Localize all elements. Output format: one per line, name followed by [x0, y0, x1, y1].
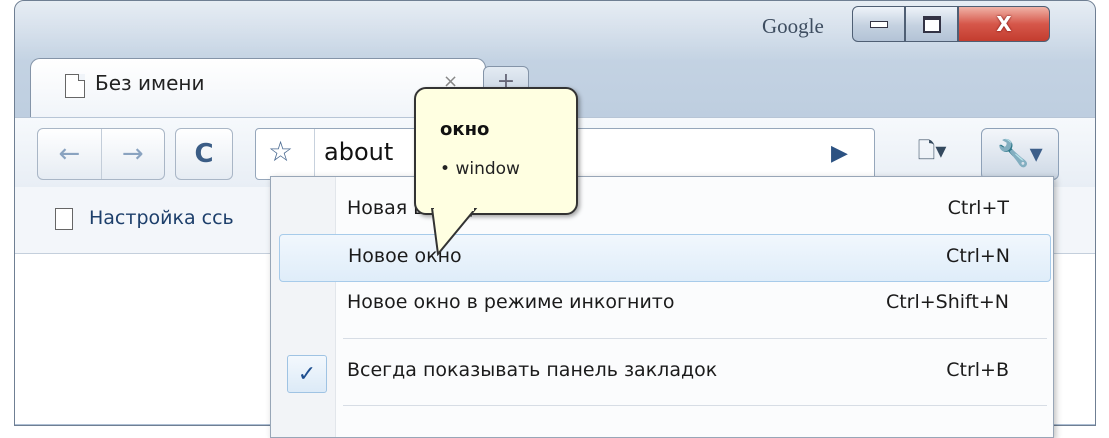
checkmark-icon: ✓ — [287, 355, 327, 393]
bookmark-item[interactable]: Настройка ссь — [89, 207, 234, 229]
window-brand-label: Google — [762, 14, 824, 38]
forward-button[interactable]: → — [100, 129, 165, 179]
tab-title: Без имени — [95, 71, 205, 95]
minimize-icon — [869, 20, 888, 28]
window-controls: X — [852, 6, 1050, 42]
menu-item-new-tab[interactable]: Новая вкладка Ctrl+T — [279, 187, 1049, 233]
tooltip-item: • window — [440, 159, 520, 179]
star-separator — [314, 129, 315, 179]
back-button[interactable]: ← — [38, 129, 101, 179]
maximize-icon — [922, 15, 941, 33]
menu-item-shortcut: Ctrl+N — [946, 245, 1010, 267]
close-icon: X — [996, 12, 1012, 36]
menu-item-shortcut: Ctrl+B — [946, 359, 1009, 381]
menu-item-new-window[interactable]: Новое окно Ctrl+N — [279, 234, 1051, 282]
reload-button[interactable]: C — [175, 128, 233, 180]
bookmark-page-icon — [55, 208, 73, 230]
navigation-buttons: ← → — [37, 128, 165, 180]
page-icon — [65, 74, 85, 98]
close-window-button[interactable]: X — [958, 6, 1050, 42]
menu-item-label: Новое окно в режиме инкогнито — [347, 291, 675, 313]
wrench-dropdown-menu: Новая вкладка Ctrl+T Новое окно Ctrl+N Н… — [270, 176, 1054, 438]
menu-separator — [343, 405, 1047, 406]
menu-item-label: Всегда показывать панель закладок — [347, 359, 718, 381]
menu-item-new-incognito-window[interactable]: Новое окно в режиме инкогнито Ctrl+Shift… — [279, 281, 1049, 327]
menu-separator — [343, 338, 1047, 339]
menu-item-shortcut: Ctrl+T — [947, 197, 1009, 219]
tooltip-item-text: window — [455, 159, 520, 179]
wrench-menu-button[interactable]: 🔧▾ — [981, 128, 1059, 180]
tooltip-tail — [430, 208, 478, 256]
menu-item-always-show-bookmarks[interactable]: ✓ Всегда показывать панель закладок Ctrl… — [279, 349, 1049, 395]
star-icon[interactable]: ☆ — [268, 135, 293, 168]
minimize-button[interactable] — [852, 6, 905, 42]
maximize-button[interactable] — [905, 6, 958, 42]
page-menu-button[interactable]: 🗋▾ — [887, 128, 977, 178]
go-icon[interactable]: ▶ — [831, 141, 848, 166]
translation-tooltip: окно • window — [414, 87, 578, 215]
menu-item-shortcut: Ctrl+Shift+N — [885, 291, 1009, 313]
tooltip-title: окно — [440, 119, 490, 140]
address-input[interactable]: about — [324, 138, 393, 166]
